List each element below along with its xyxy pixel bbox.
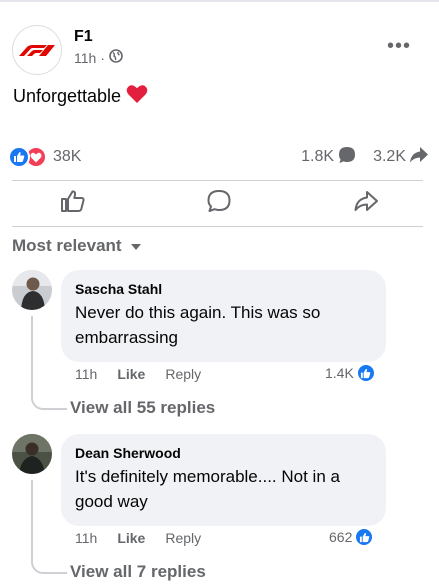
thumbs-up-icon	[60, 189, 86, 218]
more-options-button[interactable]: •••	[387, 36, 411, 56]
engagement-stats: 1.8K 3.2K	[285, 145, 429, 170]
comment-item: Sascha Stahl Never do this again. This w…	[12, 270, 439, 430]
share-icon	[353, 189, 379, 218]
shares-count-link[interactable]: 3.2K	[373, 146, 429, 169]
comment-item: Dean Sherwood It's definitely memorable.…	[12, 434, 439, 584]
comment-text: It's definitely memorable.... Not in a g…	[75, 467, 340, 511]
comment-meta: 11h Like Reply	[75, 366, 201, 382]
post-meta: 11h ·	[74, 49, 123, 67]
comment-time[interactable]: 11h	[75, 366, 97, 382]
comment-reply-link[interactable]: Reply	[165, 530, 201, 546]
like-badge-icon	[355, 363, 376, 383]
comment-likes-count: 1.4K	[325, 365, 354, 381]
comments-count-link[interactable]: 1.8K	[301, 145, 357, 170]
f1-logo[interactable]	[12, 25, 62, 75]
globe-icon	[109, 49, 123, 67]
comment-button[interactable]	[146, 183, 292, 223]
comment-likes[interactable]: 1.4K	[325, 363, 376, 383]
comment-likes-count: 662	[329, 529, 353, 545]
like-button[interactable]	[0, 183, 146, 223]
page-name[interactable]: F1	[74, 27, 123, 47]
like-reaction-icon	[8, 146, 30, 168]
comment-bubble-icon	[334, 145, 357, 170]
view-replies-link[interactable]: View all 7 replies	[70, 562, 206, 582]
post-message: Unforgettable	[13, 86, 122, 106]
share-button[interactable]	[293, 183, 439, 223]
reactions-count: 38K	[53, 148, 82, 165]
reactions-summary[interactable]: 38K	[8, 146, 81, 168]
red-heart-emoji	[126, 84, 148, 109]
comment-time[interactable]: 11h	[75, 530, 97, 546]
caret-down-icon	[130, 236, 142, 256]
post-time[interactable]: 11h	[74, 49, 96, 67]
sort-label: Most relevant	[12, 236, 122, 255]
comments-count: 1.8K	[301, 148, 335, 165]
sort-comments-button[interactable]: Most relevant	[12, 236, 142, 256]
header-text: F1 11h ·	[74, 27, 123, 67]
post-stats: 38K 1.8K 3.2K	[8, 144, 429, 170]
view-replies-link[interactable]: View all 55 replies	[70, 398, 215, 418]
reaction-icons	[8, 146, 47, 168]
comment-reply-link[interactable]: Reply	[165, 366, 201, 382]
top-border	[0, 0, 439, 2]
comment-text: Never do this again. This was so embarra…	[75, 303, 321, 347]
divider-bottom	[12, 226, 423, 227]
avatar[interactable]	[12, 434, 52, 474]
comment-likes[interactable]: 662	[329, 527, 375, 547]
share-arrow-icon	[406, 146, 429, 169]
like-badge-icon	[354, 527, 375, 547]
comment-icon	[206, 189, 232, 218]
post-header: F1 11h ·	[12, 22, 123, 78]
comment-author[interactable]: Dean Sherwood	[75, 444, 372, 462]
divider-top	[12, 180, 423, 181]
post-text: Unforgettable	[13, 84, 148, 109]
post-actions	[0, 183, 439, 223]
comment-like-link[interactable]: Like	[117, 366, 145, 382]
comment-author[interactable]: Sascha Stahl	[75, 280, 372, 298]
shares-count: 3.2K	[373, 148, 406, 165]
avatar[interactable]	[12, 270, 52, 310]
comment-meta: 11h Like Reply	[75, 530, 201, 546]
comment-bubble: Sascha Stahl Never do this again. This w…	[61, 270, 386, 362]
comment-like-link[interactable]: Like	[117, 530, 145, 546]
meta-separator: ·	[100, 50, 105, 66]
comment-bubble: Dean Sherwood It's definitely memorable.…	[61, 434, 386, 526]
